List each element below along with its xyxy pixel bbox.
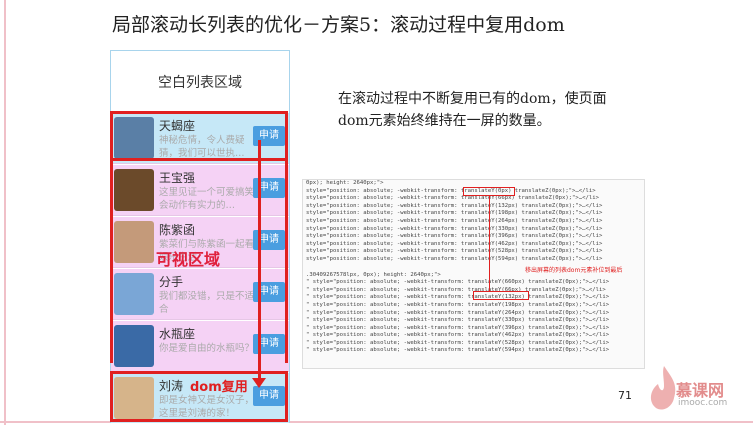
code-line: " style="position: absolute; -webkit-tra… xyxy=(306,279,610,286)
code-line: " style="position: absolute; -webkit-tra… xyxy=(306,347,610,354)
slide-title: 局部滚动长列表的优化－方案5：滚动过程中复用dom xyxy=(112,14,565,36)
code-line: style="position: absolute; -webkit-trans… xyxy=(306,225,603,232)
code-line: style="position: absolute; -webkit-trans… xyxy=(306,248,603,255)
code-line: " style="position: absolute; -webkit-tra… xyxy=(306,339,610,346)
logo-domain: imooc.com xyxy=(678,398,728,408)
dom-reuse-label: dom复用 xyxy=(190,380,248,395)
flame-icon xyxy=(650,366,676,410)
code-line: style="position: absolute; -webkit-trans… xyxy=(306,255,603,262)
code-block-after: .30409267578lpx, 0px); height: 2640px;">… xyxy=(303,272,644,356)
blank-list-area: 空白列表区域 xyxy=(158,75,242,91)
left-decor-rule xyxy=(4,0,6,425)
reuse-arrow-head xyxy=(252,378,266,388)
highlight-translate-0 xyxy=(463,187,515,196)
code-line: style="position: absolute; -webkit-trans… xyxy=(306,233,603,240)
code-annotation: 移出屏幕的列表dom元素补位到最后 xyxy=(525,267,623,274)
code-arrow-line xyxy=(489,196,490,291)
devtools-code-screenshot: 0px); height: 2640px;"> style="position: … xyxy=(302,179,645,369)
code-line: style="position: absolute; -webkit-trans… xyxy=(306,210,603,217)
code-line: style="position: absolute; -webkit-trans… xyxy=(306,202,603,209)
code-line: " style="position: absolute; -webkit-tra… xyxy=(306,301,610,308)
code-line: style="position: absolute; -webkit-trans… xyxy=(306,217,603,224)
code-line: style="position: absolute; -webkit-trans… xyxy=(306,195,599,202)
highlight-translate-660 xyxy=(473,291,529,300)
first-item-highlight xyxy=(110,111,288,161)
reuse-arrow-line xyxy=(258,140,261,380)
code-line: " style="position: absolute; -webkit-tra… xyxy=(306,324,610,331)
code-line: " style="position: absolute; -webkit-tra… xyxy=(306,332,610,339)
explanation-text: 在滚动过程中不断复用已有的dom，使页面dom元素始终维持在一屏的数量。 xyxy=(338,91,607,129)
code-line: " style="position: absolute; -webkit-tra… xyxy=(306,317,610,324)
code-line: " style="position: absolute; -webkit-tra… xyxy=(306,309,610,316)
code-line: style="position: absolute; -webkit-trans… xyxy=(306,240,603,247)
page-number: 71 xyxy=(618,389,632,402)
visible-area-label: 可视区域 xyxy=(156,250,221,269)
